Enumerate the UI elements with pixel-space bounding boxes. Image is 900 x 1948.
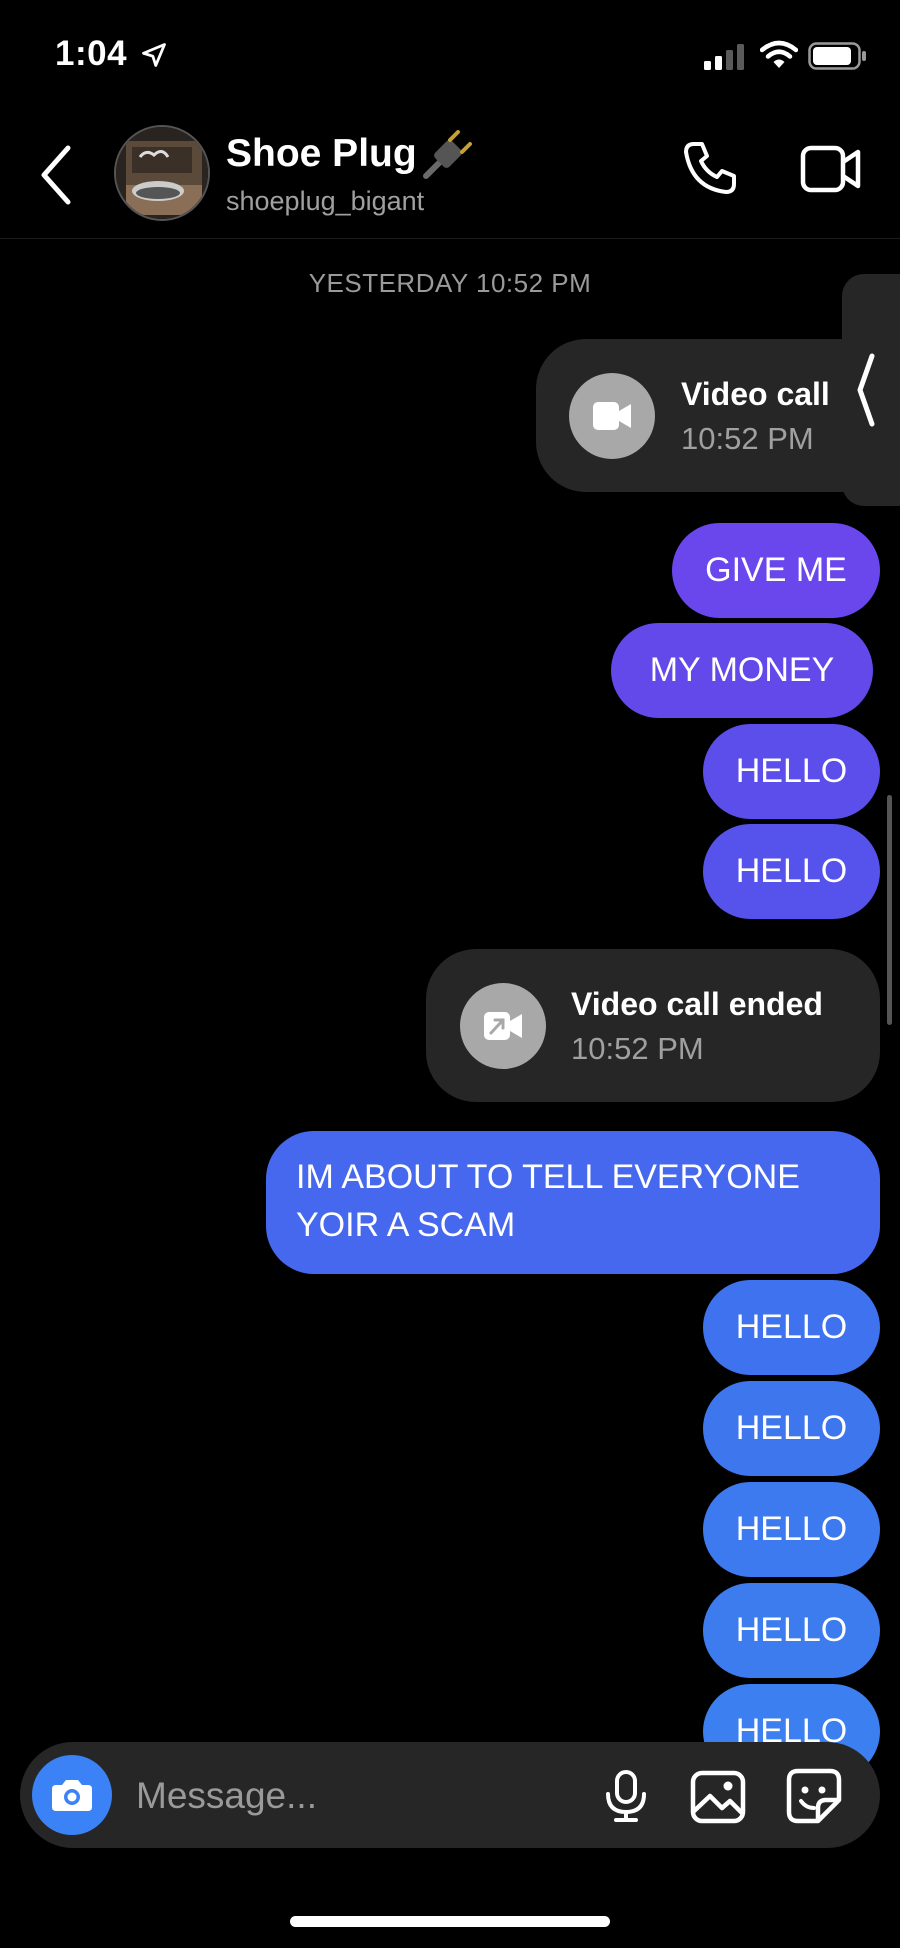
audio-call-button[interactable]	[680, 138, 740, 198]
video-call-ended-icon	[484, 1012, 522, 1040]
video-call-ended-card[interactable]: Video call ended 10:52 PM	[426, 949, 880, 1102]
phone-icon	[684, 142, 736, 194]
avatar[interactable]	[114, 125, 210, 221]
wifi-icon	[760, 40, 798, 68]
call-time: 10:52 PM	[571, 1031, 704, 1066]
signal-icon	[704, 44, 744, 70]
message-bubble[interactable]: HELLO	[703, 1280, 880, 1375]
microphone-icon[interactable]	[602, 1768, 650, 1824]
date-separator: YESTERDAY 10:52 PM	[308, 268, 592, 298]
call-icon-circle	[460, 983, 546, 1069]
video-camera-icon	[800, 145, 861, 193]
message-bubble[interactable]: HELLO	[703, 724, 880, 819]
contact-handle: shoeplug_bigant	[226, 186, 425, 216]
plug-icon	[423, 130, 472, 179]
message-line: IM ABOUT TO TELL EVERYONE	[296, 1158, 800, 1196]
sticker-icon[interactable]	[786, 1768, 842, 1824]
battery-icon	[808, 42, 866, 70]
home-indicator[interactable]	[290, 1916, 610, 1927]
status-time: 1:04	[55, 34, 128, 73]
video-camera-icon	[593, 402, 631, 430]
side-panel-handle[interactable]	[842, 274, 900, 506]
call-title: Video call	[681, 376, 830, 412]
call-time: 10:52 PM	[681, 421, 814, 456]
scrollbar[interactable]	[887, 795, 892, 1025]
message-bubble[interactable]: MY MONEY	[611, 623, 873, 718]
back-button[interactable]	[36, 140, 76, 210]
location-arrow-icon	[142, 43, 166, 67]
gallery-icon[interactable]	[690, 1770, 746, 1824]
call-icon-circle	[569, 373, 655, 459]
message-bubble[interactable]: HELLO	[703, 1381, 880, 1476]
call-title: Video call ended	[571, 986, 823, 1022]
chevron-left-icon	[857, 353, 875, 427]
message-bubble[interactable]: HELLO	[703, 824, 880, 919]
contact-name[interactable]: Shoe Plug	[226, 132, 417, 176]
header-divider	[0, 238, 900, 239]
avatar-image	[116, 127, 208, 219]
camera-button[interactable]	[32, 1755, 112, 1835]
message-input[interactable]	[134, 1770, 568, 1822]
message-bubble-multiline[interactable]: IM ABOUT TO TELL EVERYONE YOIR A SCAM	[266, 1131, 880, 1274]
camera-icon	[52, 1780, 92, 1811]
video-call-button[interactable]	[800, 143, 862, 195]
message-line: YOIR A SCAM	[296, 1206, 516, 1244]
message-bubble[interactable]: GIVE ME	[672, 523, 880, 618]
message-bubble[interactable]: HELLO	[703, 1482, 880, 1577]
message-bubble[interactable]: HELLO	[703, 1583, 880, 1678]
